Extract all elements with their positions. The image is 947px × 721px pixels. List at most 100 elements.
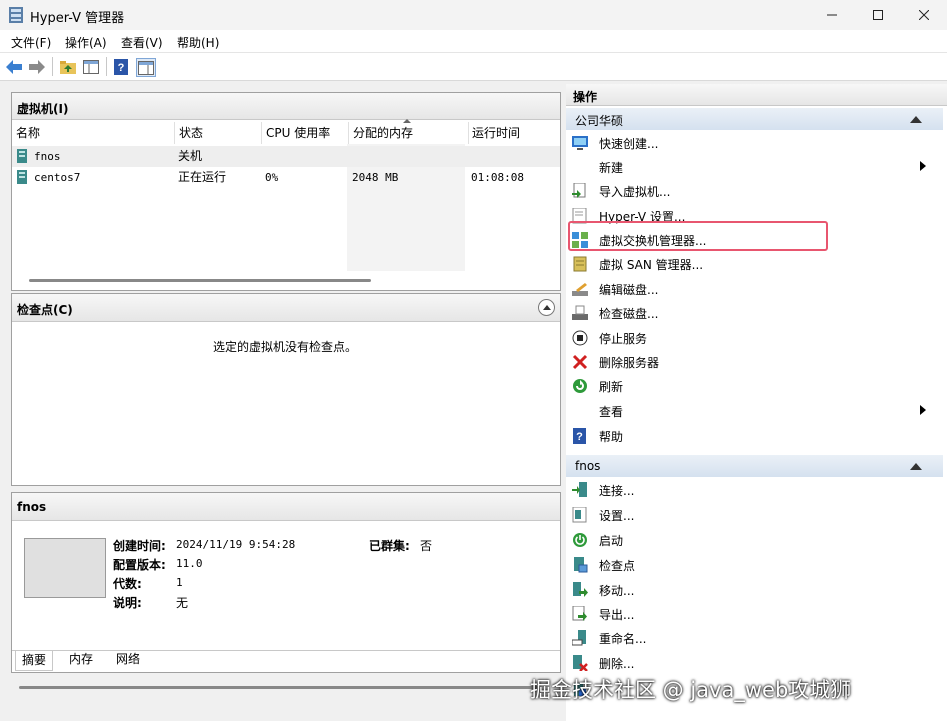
show-hide-tree-button[interactable] xyxy=(82,58,100,75)
delete-vm-icon xyxy=(573,655,588,671)
action-label: 查看 xyxy=(599,405,624,419)
vm-cpu: 0% xyxy=(265,171,279,184)
forward-button[interactable] xyxy=(28,58,46,75)
server-section-header[interactable]: 公司华硕 xyxy=(566,108,943,130)
vm-settings-icon xyxy=(572,507,587,523)
column-name[interactable]: 名称 xyxy=(12,122,175,144)
action-label: 导出... xyxy=(599,608,635,622)
collapse-button[interactable] xyxy=(538,299,555,316)
action-label: 刷新 xyxy=(599,380,624,394)
action-edit-disk[interactable]: 编辑磁盘... xyxy=(570,277,930,301)
action-view[interactable]: 查看 xyxy=(570,399,930,423)
back-arrow-icon xyxy=(6,59,22,74)
details-panel-header: fnos xyxy=(12,493,560,521)
connect-icon xyxy=(572,482,587,497)
up-folder-button[interactable] xyxy=(59,58,77,75)
maximize-icon xyxy=(873,10,883,20)
table-row[interactable]: centos7 正在运行 0% 2048 MB 01:08:08 xyxy=(12,167,560,188)
title-bar: Hyper-V 管理器 xyxy=(0,0,947,30)
action-start[interactable]: 启动 xyxy=(570,528,930,552)
action-help[interactable]: ? 帮助 xyxy=(570,424,930,448)
action-stop-service[interactable]: 停止服务 xyxy=(570,326,930,350)
action-delete-vm[interactable]: 删除... xyxy=(570,651,930,675)
window-title: Hyper-V 管理器 xyxy=(30,11,125,26)
console-tree-icon xyxy=(83,59,99,74)
red-highlight-box xyxy=(568,221,828,251)
action-import-vm[interactable]: 导入虚拟机... xyxy=(570,179,930,203)
action-label: 快速创建... xyxy=(599,137,659,151)
actions-title: 操作 xyxy=(573,90,598,104)
action-label: 导入虚拟机... xyxy=(599,185,671,199)
action-rename[interactable]: 重命名... xyxy=(570,626,930,650)
details-panel-title: fnos xyxy=(17,500,47,514)
help-book-icon: ? xyxy=(114,58,128,75)
checkpoint-panel-header: 检查点(C) xyxy=(12,294,560,322)
action-refresh[interactable]: 刷新 xyxy=(570,374,930,398)
action-checkpoint[interactable]: 检查点 xyxy=(570,553,930,577)
field-label: 配置版本: xyxy=(113,558,166,572)
menu-action[interactable]: 操作(A) xyxy=(65,34,107,51)
action-export[interactable]: 导出... xyxy=(570,602,930,626)
column-cpu[interactable]: CPU 使用率 xyxy=(262,122,349,144)
move-icon xyxy=(573,582,588,597)
action-new[interactable]: 新建 xyxy=(570,155,930,179)
action-label: 删除... xyxy=(599,657,635,671)
field-label: 说明: xyxy=(113,596,142,610)
back-button[interactable] xyxy=(5,58,23,75)
delete-x-icon xyxy=(572,354,588,370)
horizontal-scrollbar[interactable] xyxy=(29,279,371,282)
column-memory[interactable]: 分配的内存 xyxy=(349,122,469,144)
close-icon xyxy=(919,10,929,20)
action-move[interactable]: 移动... xyxy=(570,578,930,602)
menu-view[interactable]: 查看(V) xyxy=(121,34,163,51)
actions-header: 操作 xyxy=(566,84,947,106)
vm-section-header[interactable]: fnos xyxy=(566,455,943,477)
close-button[interactable] xyxy=(901,0,947,30)
show-action-pane-button[interactable] xyxy=(136,58,156,77)
action-label: 虚拟 SAN 管理器... xyxy=(599,258,704,272)
submenu-arrow-icon xyxy=(920,405,926,415)
server-section-title: 公司华硕 xyxy=(575,114,624,128)
column-state[interactable]: 状态 xyxy=(175,122,262,144)
hyperv-app-icon xyxy=(9,7,23,23)
rename-icon xyxy=(572,630,586,646)
checkpoint-panel-title: 检查点(C) xyxy=(17,303,73,317)
stop-icon xyxy=(572,330,588,346)
action-label: 帮助 xyxy=(599,430,624,444)
checkpoint-icon xyxy=(574,557,588,573)
monitor-icon xyxy=(572,136,588,150)
vm-section-title: fnos xyxy=(575,459,601,473)
vm-thumbnail xyxy=(24,538,106,598)
action-vm-settings[interactable]: 设置... xyxy=(570,503,930,527)
column-uptime[interactable]: 运行时间 xyxy=(468,122,560,144)
tab-summary[interactable]: 摘要 xyxy=(15,651,54,671)
action-connect[interactable]: 连接... xyxy=(570,478,930,502)
vm-table-header: 名称 状态 CPU 使用率 分配的内存 运行时间 xyxy=(12,119,560,144)
toolbar-separator xyxy=(52,57,53,76)
svg-text:?: ? xyxy=(576,431,583,443)
action-remove-server[interactable]: 删除服务器 xyxy=(570,350,930,374)
action-virtual-san-manager[interactable]: 虚拟 SAN 管理器... xyxy=(570,252,930,276)
table-row[interactable]: fnos 关机 xyxy=(12,146,560,167)
menu-file[interactable]: 文件(F) xyxy=(11,34,51,51)
svg-text:?: ? xyxy=(118,62,125,74)
minimize-button[interactable] xyxy=(809,0,855,30)
field-label: 代数: xyxy=(113,577,142,591)
field-label: 创建时间: xyxy=(113,539,166,553)
vm-memory: 2048 MB xyxy=(352,171,399,184)
sort-indicator-icon xyxy=(403,119,411,123)
action-quick-create[interactable]: 快速创建... xyxy=(570,131,930,155)
action-inspect-disk[interactable]: 检查磁盘... xyxy=(570,301,930,325)
tab-network[interactable]: 网络 xyxy=(110,650,146,669)
field-value: 11.0 xyxy=(176,557,203,570)
bottom-scrollbar[interactable] xyxy=(19,686,539,689)
menu-help[interactable]: 帮助(H) xyxy=(177,34,219,51)
tab-memory[interactable]: 内存 xyxy=(63,650,99,669)
vm-panel: 虚拟机(I) 名称 状态 CPU 使用率 分配的内存 运行时间 fnos 关机 … xyxy=(11,92,561,291)
vm-panel-title: 虚拟机(I) xyxy=(17,102,69,116)
maximize-button[interactable] xyxy=(855,0,901,30)
vm-name: centos7 xyxy=(34,171,81,184)
action-label: 检查点 xyxy=(599,559,636,573)
action-label: 删除服务器 xyxy=(599,356,660,370)
help-toolbar-button[interactable]: ? xyxy=(112,58,130,75)
